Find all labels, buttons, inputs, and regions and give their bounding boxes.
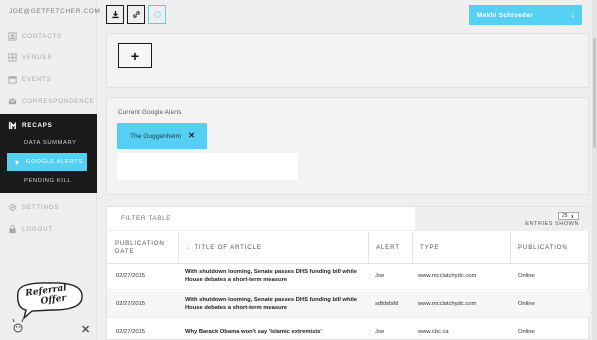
link-button[interactable]: [127, 5, 145, 24]
sub-label-google-alerts: GOOGLE ALERTS: [26, 159, 83, 165]
cell-publication: Online: [518, 272, 535, 279]
col-title-of-article[interactable]: ↓ TITLE OF ARTICLE: [178, 232, 368, 264]
select-arrows-icon: ⬍: [570, 213, 574, 219]
cell-alert: Joe: [375, 328, 385, 335]
add-panel: +: [106, 33, 589, 88]
user-email: JOE@GETFETCHER.COM: [9, 8, 101, 15]
nav-label-settings: SETTINGS: [22, 203, 60, 211]
cell-title: With shutdown looming, Senate passes DHS…: [185, 297, 357, 311]
help-icon: ?: [153, 11, 161, 18]
nav-label-venues: VENUES: [22, 53, 53, 61]
venues-icon: [7, 52, 17, 62]
cell-type: www.mcclatchydc.com: [418, 300, 477, 307]
cell-type: www.cbc.ca: [418, 328, 449, 335]
recaps-icon: [7, 120, 17, 130]
sub-label-pending-kill: PENDING KILL: [24, 178, 72, 184]
close-referral-icon[interactable]: ✕: [81, 323, 90, 336]
col-publication[interactable]: PUBLICATION: [510, 232, 590, 264]
filter-table-input[interactable]: [107, 207, 415, 231]
nav-item-events[interactable]: EVENTS: [0, 70, 97, 88]
google-alerts-title: Current Google Alerts: [118, 109, 182, 116]
sub-item-google-alerts[interactable]: GOOGLE ALERTS: [7, 153, 87, 171]
sub-item-data-summary[interactable]: DATA SUMMARY: [0, 134, 97, 152]
cell-title: With shutdown looming, Senate passes DHS…: [185, 269, 357, 283]
nav-label-contacts: CONTACTS: [22, 32, 62, 40]
col-publication-date[interactable]: PUBLICATION DATE: [107, 232, 178, 264]
user-name: Mekhi Schroeder: [477, 11, 533, 19]
table-header: PUBLICATION DATE ↓ TITLE OF ARTICLE ALER…: [107, 232, 590, 264]
cell-publication: Online: [518, 300, 535, 307]
alert-icon: [14, 158, 22, 166]
download-icon: [111, 10, 119, 19]
sub-item-pending-kill[interactable]: PENDING KILL: [0, 172, 97, 190]
svg-text:?: ?: [156, 12, 159, 17]
referral-offer[interactable]: Referral Offer: [10, 278, 90, 338]
nav-label-logout: LOGOUT: [22, 225, 53, 233]
entries-label: ENTRIES SHOWN: [525, 221, 579, 227]
nav-item-venues[interactable]: VENUES: [0, 48, 97, 66]
table-row[interactable]: 02/27/2015 With shutdown looming, Senate…: [107, 263, 590, 290]
nav-item-contacts[interactable]: CONTACTS: [0, 27, 97, 45]
table-row[interactable]: 02/27/2015 With shutdown looming, Senate…: [107, 291, 590, 318]
nav-item-logout[interactable]: LOGOUT: [0, 220, 97, 238]
recaps-section: RECAPS DATA SUMMARY GOOGLE ALERTS PENDIN…: [0, 114, 97, 193]
nav-item-recaps[interactable]: RECAPS: [0, 116, 97, 134]
user-dropdown[interactable]: Mekhi Schroeder ↓: [469, 5, 582, 25]
logout-icon: [7, 224, 17, 234]
page-scrollbar[interactable]: [592, 0, 597, 340]
gear-icon: [7, 202, 17, 212]
help-button[interactable]: ?: [148, 5, 166, 24]
download-button[interactable]: [106, 5, 124, 24]
google-alerts-panel: Current Google Alerts The Guggenheim ✕: [106, 97, 589, 195]
sub-label-data-summary: DATA SUMMARY: [24, 140, 77, 146]
scrollbar-thumb[interactable]: [593, 38, 596, 148]
add-alert-button[interactable]: +: [118, 43, 152, 68]
sidebar: JOE@GETFETCHER.COM CONTACTS VENUES EVENT…: [0, 0, 100, 340]
entries-select[interactable]: 25 ⬍: [558, 212, 579, 220]
articles-table: 25 ⬍ ENTRIES SHOWN PUBLICATION DATE ↓ TI…: [106, 206, 590, 340]
contacts-icon: [7, 31, 17, 41]
calendar-icon: [7, 74, 17, 84]
remove-alert-icon[interactable]: ✕: [188, 131, 195, 140]
cell-type: www.mcclatchydc.com: [418, 272, 477, 279]
cell-alert: Joe: [375, 272, 385, 279]
sort-down-icon: ↓: [186, 244, 191, 251]
cell-date: 02/27/2015: [116, 300, 146, 307]
entries-control: 25 ⬍ ENTRIES SHOWN: [415, 207, 590, 231]
new-alert-input[interactable]: [117, 153, 298, 180]
cell-date: 02/27/2015: [116, 328, 146, 335]
chevron-down-icon: ↓: [570, 10, 575, 19]
nav-label-correspondence: CORRESPONDENCE: [22, 97, 95, 105]
cell-title: Why Barack Obama won't say 'Islamic extr…: [185, 328, 322, 335]
nav-item-correspondence[interactable]: CORRESPONDENCE: [0, 92, 97, 110]
col-alert[interactable]: ALERT: [368, 232, 412, 264]
plus-icon: +: [130, 47, 140, 64]
table-row[interactable]: 02/27/2015 Why Barack Obama won't say 'I…: [107, 319, 590, 340]
nav-label-events: EVENTS: [22, 75, 52, 83]
link-icon: [132, 11, 140, 18]
cell-publication: Online: [518, 328, 535, 335]
nav-item-settings[interactable]: SETTINGS: [0, 198, 97, 216]
alert-chip-label: The Guggenheim: [130, 132, 181, 140]
alert-chip[interactable]: The Guggenheim ✕: [117, 123, 207, 149]
col-type[interactable]: TYPE: [412, 232, 510, 264]
cell-alert: sdfdsfsfd: [375, 300, 399, 307]
nav-label-recaps: RECAPS: [22, 121, 53, 129]
envelope-icon: [7, 96, 17, 106]
cell-date: 02/27/2015: [116, 272, 146, 279]
